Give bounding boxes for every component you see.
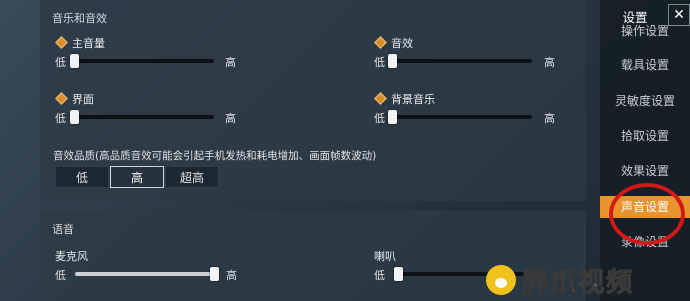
sidebar-item-controls[interactable]: 操作设置 [600, 20, 690, 42]
speaker-low: 低 [374, 269, 385, 282]
master-volume-high: 高 [225, 56, 236, 69]
sfx-label: 音效 [391, 37, 413, 50]
paw-icon [486, 265, 516, 295]
sound-quality-label: 音效品质(高品质音效可能会引起手机发热和耗电增加、画面帧数波动) [53, 150, 377, 162]
speaker-label: 喇叭 [374, 250, 396, 263]
quality-option-high[interactable]: 高 [110, 166, 164, 188]
slider-knob[interactable] [388, 54, 397, 68]
sfx-low: 低 [374, 56, 385, 69]
watermark: 胖爪视频 [486, 262, 634, 298]
master-volume-low: 低 [55, 56, 66, 69]
bgm-label: 背景音乐 [391, 93, 435, 106]
ui-volume-low: 低 [55, 112, 66, 125]
sidebar-item-vehicle[interactable]: 载具设置 [600, 54, 690, 76]
ui-volume-label: 界面 [72, 93, 94, 106]
microphone-slider[interactable] [75, 267, 219, 281]
audio-section-title: 音乐和音效 [52, 12, 107, 25]
diamond-icon [55, 36, 68, 49]
diamond-icon [55, 92, 68, 105]
watermark-text: 胖爪视频 [521, 267, 635, 298]
quality-option-ultra[interactable]: 超高 [165, 166, 219, 188]
microphone-low: 低 [55, 269, 66, 282]
sidebar-item-effects[interactable]: 效果设置 [600, 160, 690, 182]
bgm-slider[interactable] [388, 110, 532, 124]
diamond-icon [374, 92, 387, 105]
ui-volume-slider[interactable] [70, 110, 214, 124]
slider-knob[interactable] [70, 110, 79, 124]
quality-option-low[interactable]: 低 [55, 166, 109, 188]
bgm-high: 高 [544, 112, 555, 125]
settings-sidebar: 设置 ✕ 操作设置 载具设置 灵敏度设置 拾取设置 效果设置 声音设置 录像设置 [600, 0, 690, 301]
highlight-ring [609, 183, 685, 245]
microphone-high: 高 [226, 269, 237, 282]
sidebar-item-sensitivity[interactable]: 灵敏度设置 [600, 90, 690, 112]
sidebar-item-pickup[interactable]: 拾取设置 [600, 125, 690, 147]
audio-settings-panel: 音乐和音效 主音量 低 高 音效 低 高 界面 低 高 背景音乐 低 高 音效品… [40, 0, 586, 201]
slider-knob[interactable] [388, 110, 397, 124]
sfx-slider[interactable] [388, 54, 532, 68]
slider-knob[interactable] [210, 267, 219, 281]
voice-section-title: 语音 [52, 223, 74, 236]
sfx-high: 高 [544, 56, 555, 69]
slider-knob[interactable] [394, 267, 403, 281]
master-volume-label: 主音量 [72, 37, 105, 50]
diamond-icon [374, 36, 387, 49]
microphone-label: 麦克风 [55, 250, 88, 263]
master-volume-slider[interactable] [70, 54, 214, 68]
bgm-low: 低 [374, 112, 385, 125]
slider-knob[interactable] [70, 54, 79, 68]
ui-volume-high: 高 [225, 112, 236, 125]
